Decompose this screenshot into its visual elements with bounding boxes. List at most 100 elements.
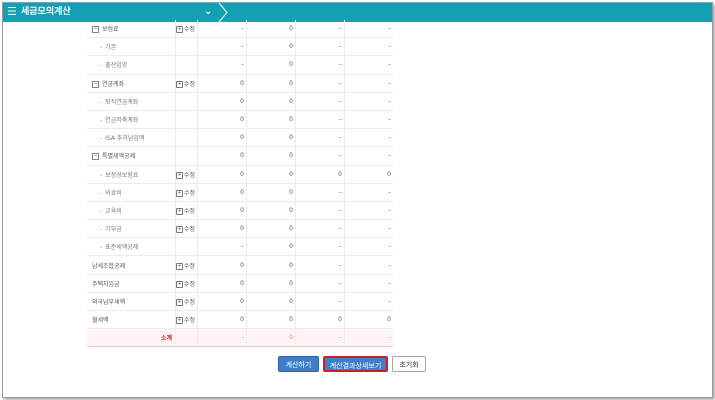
row-label: 특별세액공제 — [102, 153, 136, 161]
value-cell: 0 — [344, 165, 393, 184]
table-row: - 기부금 + 수정 0 0– – — [87, 219, 393, 239]
app-window: ☰ 세금모의계산 ⌄ − 보험료 + 수정 –0– – - 기본 –0– – - 출산입양 –0– – − 연… — [2, 2, 713, 398]
value-cell: – — [344, 201, 393, 221]
row-label: 주택차입금 — [92, 280, 120, 288]
value-cell: – — [197, 37, 247, 57]
value-cell: – — [344, 110, 393, 130]
row-action-cell: + 수정 — [175, 20, 198, 39]
value-cell: 0 — [246, 255, 296, 275]
value-cell: – — [344, 255, 393, 275]
value-cell: – — [344, 92, 393, 111]
value-cell: – — [344, 292, 393, 312]
row-action-cell — [175, 237, 198, 257]
edit-label: 수정 — [184, 189, 196, 197]
plus-icon: + — [176, 171, 183, 179]
edit-label: 수정 — [184, 80, 196, 88]
value-cell: 0 — [197, 165, 247, 184]
table-row: 월세액 + 수정 0 0 0 0 — [87, 310, 393, 330]
view-detail-result-button[interactable]: 계산결과상세보기 — [323, 356, 388, 372]
collapse-icon[interactable]: − — [92, 153, 99, 161]
collapse-icon[interactable]: − — [92, 80, 99, 88]
value-cell: 0 — [246, 328, 296, 348]
edit-label: 수정 — [184, 317, 196, 325]
table-row: 주택차입금 + 수정 0 0– – — [87, 274, 393, 293]
value-cell: 0 — [197, 219, 247, 239]
value-cell: 0 — [246, 55, 296, 75]
row-name-cell: - 교육비 — [87, 201, 176, 221]
subtotal-row: 소계 –0– – — [87, 328, 393, 348]
edit-button[interactable]: + 수정 — [176, 189, 196, 197]
value-cell: – — [295, 292, 345, 312]
value-cell: 0 — [246, 310, 296, 330]
value-cell: – — [295, 274, 345, 293]
value-cell: 0 — [197, 255, 247, 275]
row-action-cell: + 수정 — [175, 274, 198, 293]
value-cell: – — [344, 274, 393, 293]
edit-button[interactable]: + 수정 — [176, 317, 196, 325]
row-name-cell: - 기본 — [87, 37, 176, 57]
edit-label: 수정 — [184, 262, 196, 270]
calculate-button[interactable]: 계산하기 — [278, 356, 319, 372]
tree-branch-icon: - — [100, 117, 103, 125]
edit-button[interactable]: + 수정 — [176, 171, 195, 179]
edit-label: 수정 — [184, 280, 196, 288]
value-cell: 0 — [246, 110, 296, 130]
table-row: - 연금저축계좌 0 0– – — [87, 110, 393, 130]
value-cell: 0 — [246, 292, 296, 312]
menu-icon[interactable]: ☰ — [7, 5, 17, 19]
value-cell: – — [344, 74, 393, 93]
table-row: 외국납부세액 + 수정 0 0– – — [87, 292, 393, 312]
edit-button[interactable]: + 수정 — [176, 226, 196, 234]
value-cell: – — [295, 128, 345, 148]
row-name-cell: 소계 — [87, 328, 176, 348]
tree-branch-icon: - — [100, 244, 103, 252]
value-cell: – — [344, 146, 393, 166]
value-cell: 0 — [344, 310, 393, 330]
table-row: − 특별세액공제 0 0– – — [87, 146, 393, 166]
plus-icon: + — [176, 280, 183, 288]
row-action-cell: + 수정 — [175, 74, 198, 93]
table-row: - 의료비 + 수정 0 0– – — [87, 183, 393, 202]
edit-button[interactable]: + 수정 — [176, 207, 196, 215]
edit-label: 수정 — [184, 226, 196, 234]
value-cell: – — [344, 37, 393, 57]
edit-button[interactable]: + 수정 — [176, 26, 195, 34]
row-label: 보장성보험료 — [105, 171, 139, 179]
tree-branch-icon: - — [100, 189, 103, 197]
value-cell: – — [197, 237, 247, 257]
row-action-cell: + 수정 — [175, 201, 198, 221]
plus-icon: + — [176, 80, 183, 88]
edit-label: 수정 — [184, 207, 196, 215]
row-name-cell: - 의료비 — [87, 183, 176, 202]
row-action-cell — [175, 55, 198, 75]
tax-table-grid: − 보험료 + 수정 –0– – - 기본 –0– – - 출산입양 –0– – − 연금계좌 + 수정 0 0– – -… — [87, 20, 393, 348]
edit-button[interactable]: + 수정 — [176, 298, 195, 306]
value-cell: 0 — [246, 201, 296, 221]
value-cell: 0 — [246, 20, 296, 39]
value-cell: 0 — [197, 74, 247, 93]
row-name-cell: - 보장성보험료 — [87, 165, 176, 184]
row-name-cell: - 표준세액공제 — [87, 237, 176, 257]
edit-button[interactable]: + 수정 — [176, 80, 196, 88]
row-action-cell: + 수정 — [175, 183, 198, 202]
plus-icon: + — [176, 26, 183, 34]
row-name-cell: − 보험료 — [87, 20, 176, 39]
row-action-cell: + 수정 — [175, 219, 198, 239]
edit-button[interactable]: + 수정 — [176, 280, 196, 288]
reset-button[interactable]: 초기화 — [392, 356, 426, 372]
chevron-down-icon[interactable]: ⌄ — [204, 6, 212, 18]
value-cell: 0 — [295, 165, 345, 184]
table-row: - 퇴직연금계좌 0 0– – — [87, 92, 393, 111]
row-action-cell: + 수정 — [175, 292, 198, 312]
plus-icon: + — [176, 189, 183, 197]
edit-button[interactable]: + 수정 — [176, 262, 196, 270]
collapse-icon[interactable]: − — [92, 26, 99, 34]
row-name-cell: 주택차입금 — [87, 274, 176, 293]
row-label: 표준세액공제 — [105, 244, 139, 252]
row-label: 교육비 — [105, 207, 122, 215]
row-name-cell: - 출산입양 — [87, 55, 176, 75]
value-cell: – — [344, 219, 393, 239]
row-label: 외국납부세액 — [92, 298, 126, 306]
tree-branch-icon: - — [100, 44, 103, 52]
table-row: - 표준세액공제 –0– – — [87, 237, 393, 257]
